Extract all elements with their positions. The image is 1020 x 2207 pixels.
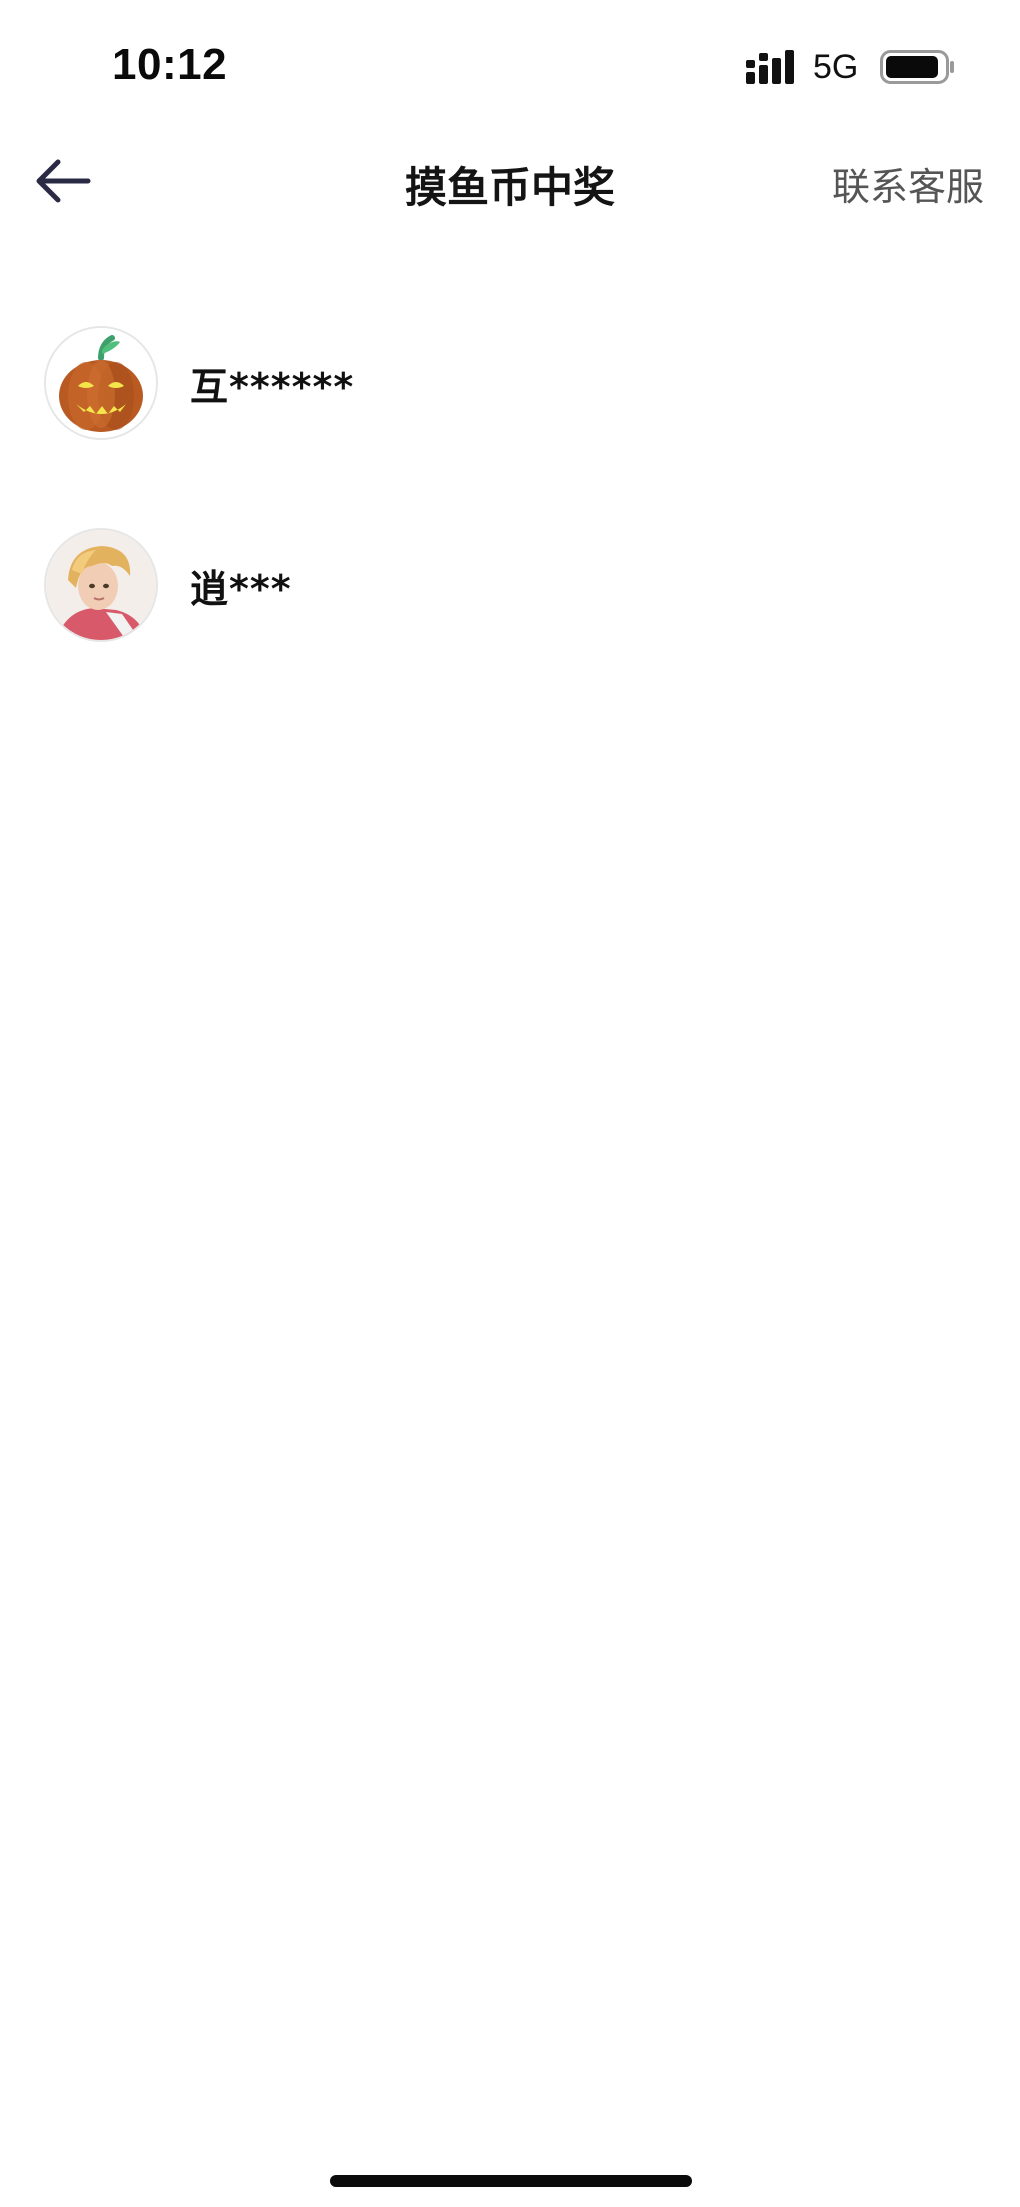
contact-support-link[interactable]: 联系客服 — [832, 156, 984, 211]
signal-bars-icon — [746, 50, 794, 84]
nav-bar: 摸鱼币中奖 联系客服 — [0, 120, 1020, 240]
avatar — [44, 528, 158, 642]
character-avatar-icon — [46, 530, 156, 640]
list-item[interactable]: 互****** — [0, 320, 1020, 522]
winner-name: 互****** — [190, 365, 355, 409]
network-label: 5G — [813, 48, 859, 86]
status-time: 10:12 — [112, 40, 228, 89]
winner-name: 逍*** — [190, 567, 292, 611]
status-bar: 10:12 5G — [0, 0, 1020, 120]
avatar — [44, 326, 158, 440]
list-item[interactable]: 逍*** — [0, 522, 1020, 724]
winner-list: 互****** 逍*** — [0, 320, 1020, 724]
battery-icon — [880, 50, 954, 84]
pumpkin-avatar-icon — [46, 328, 156, 438]
home-indicator[interactable] — [330, 2175, 692, 2187]
